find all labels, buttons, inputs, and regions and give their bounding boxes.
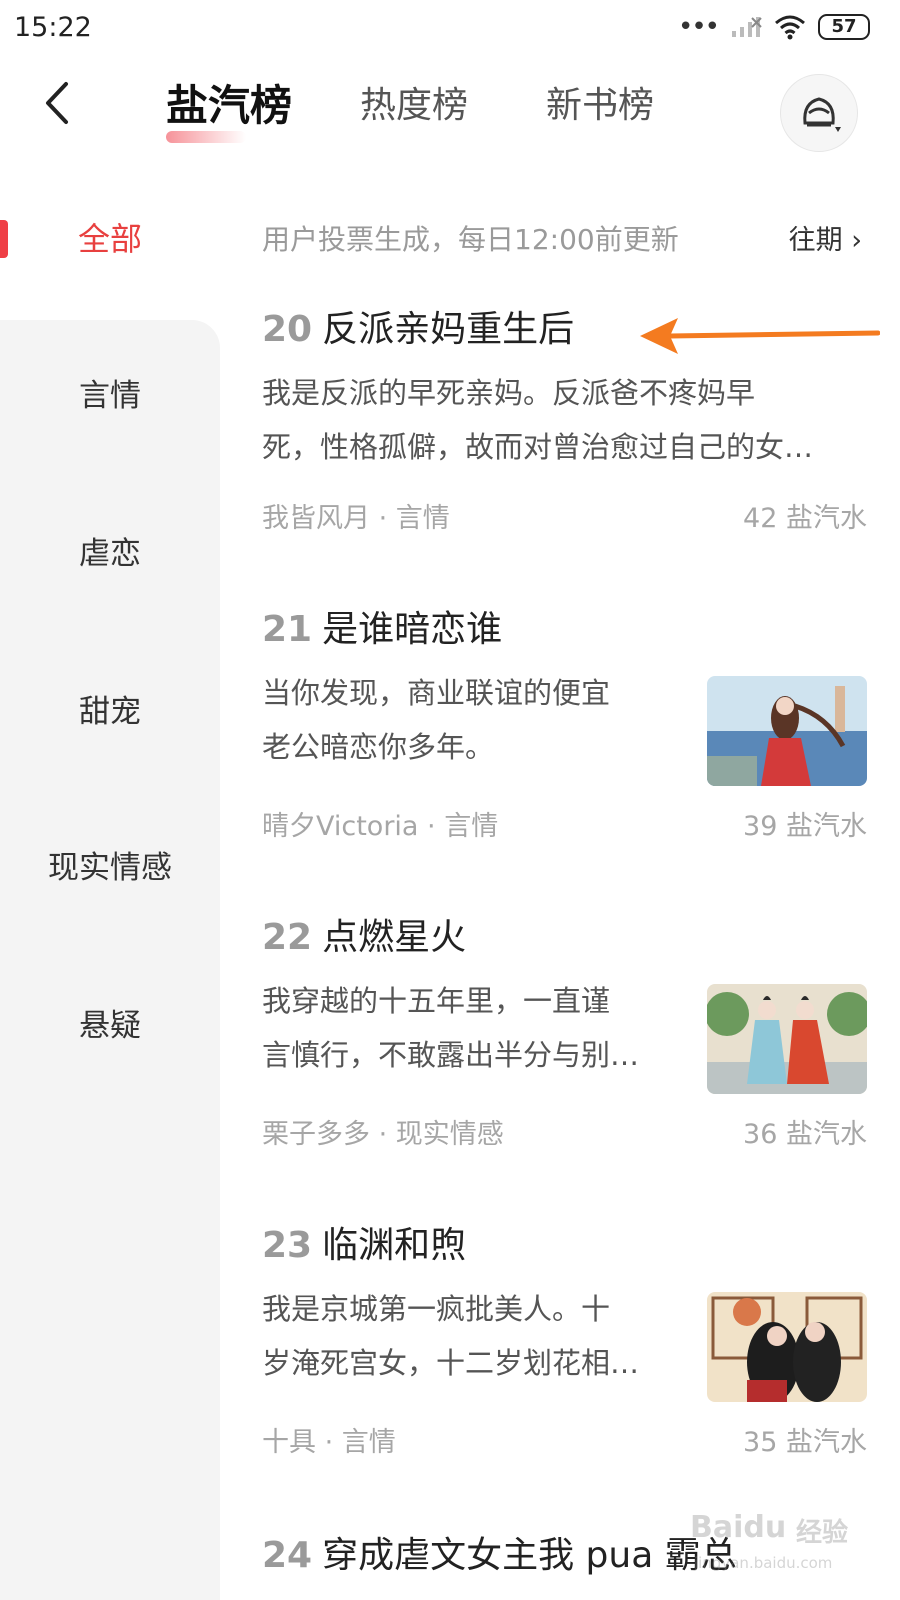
watermark-url: jingyan.baidu.com bbox=[694, 1554, 833, 1572]
book-rank: 20 bbox=[262, 309, 313, 350]
book-desc-line: 我是京城第一疯批美人。十 bbox=[262, 1292, 611, 1326]
status-icons: ••• 57 bbox=[678, 14, 870, 40]
watermark-cn: 经验 bbox=[796, 1518, 849, 1548]
sidebar-item-angst[interactable]: 虐恋 bbox=[0, 528, 220, 573]
header: 盐汽榜 热度榜 新书榜 bbox=[0, 60, 900, 160]
watermark-brand: Baidu bbox=[690, 1510, 787, 1545]
tab-label: 盐汽榜 bbox=[166, 81, 293, 130]
book-score: 36 盐汽水 bbox=[743, 1119, 867, 1150]
book-rank: 22 bbox=[262, 917, 313, 958]
book-title-text: 临渊和煦 bbox=[322, 1225, 467, 1266]
sidebar-item-realistic[interactable]: 现实情感 bbox=[0, 842, 220, 887]
ranking-info-bar: 用户投票生成，每日12:00前更新 往期 › bbox=[262, 218, 862, 262]
book-desc-line: 我穿越的十五年里，一直谨 bbox=[262, 984, 611, 1018]
book-cover-image bbox=[707, 1292, 867, 1402]
wifi-icon bbox=[775, 15, 805, 40]
book-description: 我穿越的十五年里，一直谨 言慎行，不敢露出半分与别… bbox=[262, 974, 672, 1082]
book-title: 22 点燃星火 bbox=[262, 908, 867, 958]
book-desc-line: 死，性格孤僻，故而对曾治愈过自己的女… bbox=[262, 430, 814, 464]
battery-indicator: 57 bbox=[818, 14, 870, 40]
user-avatar-button[interactable] bbox=[780, 74, 858, 152]
book-item[interactable]: 21 是谁暗恋谁 当你发现，商业联谊的便宜 老公暗恋你多年。 晴夕Victoria… bbox=[262, 600, 867, 850]
book-author-genre: 晴夕Victoria · 言情 bbox=[262, 811, 499, 842]
book-score: 35 盐汽水 bbox=[743, 1427, 867, 1458]
book-desc-line: 岁淹死宫女，十二岁划花相… bbox=[262, 1346, 640, 1380]
annotation-arrow-icon bbox=[640, 318, 880, 354]
sidebar bbox=[0, 320, 220, 1600]
book-item[interactable]: 22 点燃星火 我穿越的十五年里，一直谨 言慎行，不敢露出半分与别… 栗子多多 ·… bbox=[262, 908, 867, 1158]
book-title: 21 是谁暗恋谁 bbox=[262, 600, 867, 650]
book-score: 39 盐汽水 bbox=[743, 811, 867, 842]
user-avatar-icon bbox=[803, 97, 841, 132]
book-cover-image bbox=[707, 676, 867, 786]
book-title-text: 反派亲妈重生后 bbox=[322, 309, 575, 350]
baidu-watermark: Baidu 经验 jingyan.baidu.com bbox=[690, 1510, 870, 1590]
book-author-genre: 十具 · 言情 bbox=[262, 1427, 396, 1458]
status-bar: 15:22 ••• 57 bbox=[0, 0, 900, 60]
book-description: 我是反派的早死亲妈。反派爸不疼妈早 死，性格孤僻，故而对曾治愈过自己的女… bbox=[262, 366, 862, 474]
book-author-genre: 我皆风月 · 言情 bbox=[262, 503, 450, 534]
book-score: 42 盐汽水 bbox=[743, 503, 867, 534]
tab-redu[interactable]: 热度榜 bbox=[360, 76, 468, 128]
history-link[interactable]: 往期 › bbox=[789, 218, 862, 257]
sidebar-item-romance[interactable]: 言情 bbox=[0, 370, 220, 415]
book-rank: 23 bbox=[262, 1225, 313, 1266]
ranking-info-text: 用户投票生成，每日12:00前更新 bbox=[262, 223, 679, 256]
sidebar-item-all[interactable]: 全部 bbox=[0, 214, 220, 260]
status-time: 15:22 bbox=[14, 12, 92, 43]
book-title-text: 穿成虐文女主我 pua 霸总 bbox=[322, 1535, 737, 1576]
tab-yanqi[interactable]: 盐汽榜 bbox=[166, 72, 293, 143]
book-rank: 24 bbox=[262, 1535, 313, 1576]
book-title: 23 临渊和煦 bbox=[262, 1216, 867, 1266]
book-desc-line: 我是反派的早死亲妈。反派爸不疼妈早 bbox=[262, 376, 756, 410]
book-title-text: 是谁暗恋谁 bbox=[322, 609, 503, 650]
book-author-genre: 栗子多多 · 现实情感 bbox=[262, 1119, 504, 1150]
sidebar-item-suspense[interactable]: 悬疑 bbox=[0, 1000, 220, 1045]
book-description: 当你发现，商业联谊的便宜 老公暗恋你多年。 bbox=[262, 666, 672, 774]
back-arrow-icon[interactable] bbox=[36, 78, 86, 128]
tab-active-underline bbox=[166, 131, 246, 143]
more-dots-icon: ••• bbox=[677, 12, 720, 42]
book-cover-image bbox=[707, 984, 867, 1094]
book-item[interactable]: 23 临渊和煦 我是京城第一疯批美人。十 岁淹死宫女，十二岁划花相… 十具 · 言… bbox=[262, 1216, 867, 1466]
signal-icon bbox=[732, 17, 762, 37]
tab-xinshu[interactable]: 新书榜 bbox=[546, 76, 654, 128]
book-description: 我是京城第一疯批美人。十 岁淹死宫女，十二岁划花相… bbox=[262, 1282, 672, 1390]
book-desc-line: 言慎行，不敢露出半分与别… bbox=[262, 1038, 640, 1072]
book-desc-line: 当你发现，商业联谊的便宜 bbox=[262, 676, 611, 710]
book-title-text: 点燃星火 bbox=[322, 917, 467, 958]
sidebar-item-sweet[interactable]: 甜宠 bbox=[0, 686, 220, 731]
book-desc-line: 老公暗恋你多年。 bbox=[262, 730, 495, 764]
book-rank: 21 bbox=[262, 609, 313, 650]
